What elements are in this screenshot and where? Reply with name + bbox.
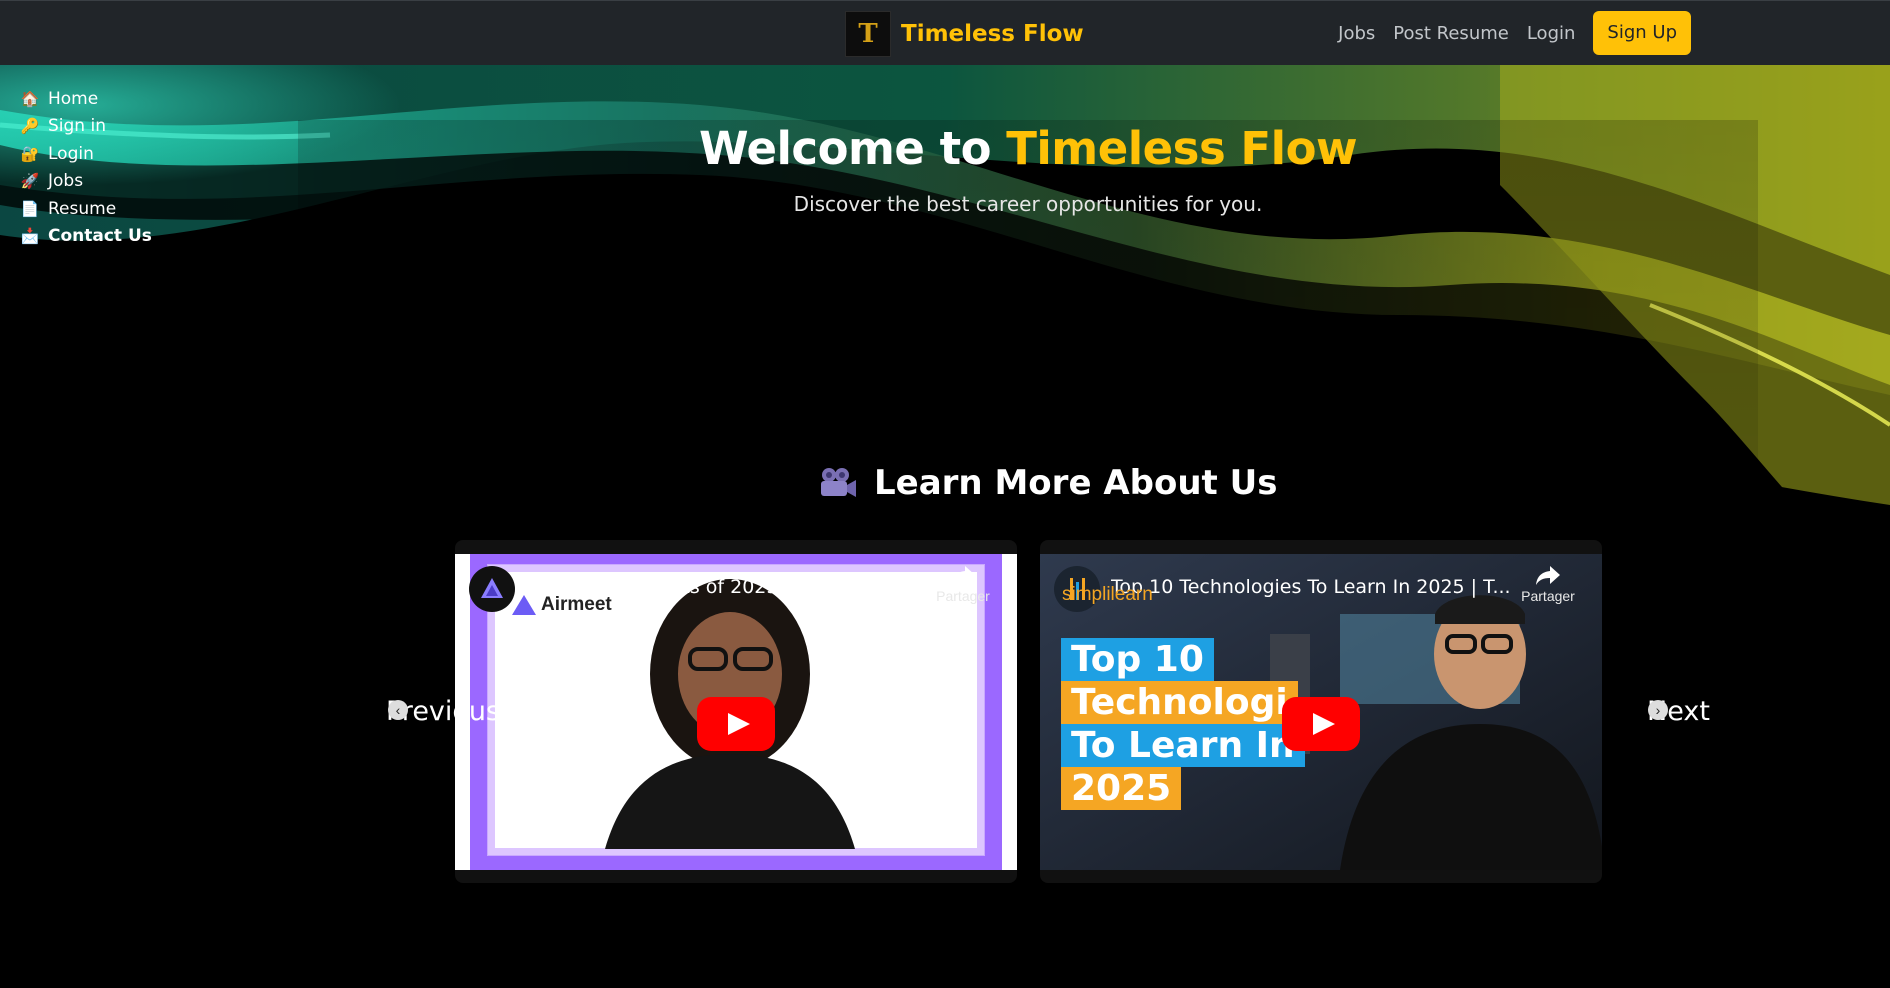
share-label-1: Partager [936,588,990,604]
thumb-line-4: 2025 [1061,767,1182,810]
prev-arrow-icon[interactable]: ‹ [388,700,408,720]
thumb-line-3: To Learn In [1061,724,1305,767]
nav-links: Jobs Post Resume Login Sign Up [1320,11,1691,55]
video-embed-2[interactable]: Top 10 Technologi To Learn In 2025 Top 1… [1040,554,1602,870]
document-icon: 📄 [20,199,40,218]
video-card-2: Top 10 Technologi To Learn In 2025 Top 1… [1040,540,1602,883]
side-item-label: Home [48,88,99,109]
share-arrow-icon [951,566,975,585]
learn-heading-text: Learn More About Us [874,463,1278,503]
top-navbar: T Timeless Flow Jobs Post Resume Login S… [0,0,1890,65]
hero-title: Welcome to Timeless Flow [0,122,1890,175]
video-brand-label-2: simplilearn [1062,584,1153,605]
brand[interactable]: T Timeless Flow [845,10,1084,57]
side-item-resume[interactable]: 📄 Resume [20,195,152,223]
nav-link-login[interactable]: Login [1527,23,1576,44]
house-icon: 🏠 [20,89,40,108]
video-title-2[interactable]: Top 10 Technologies To Learn In 2025 | T… [1111,576,1511,598]
movie-camera-icon [821,468,856,497]
video-embed-1[interactable]: Major Tech Events of 2025 | Virtual Even… [455,554,1017,870]
side-item-label: Contact Us [48,226,152,247]
side-item-label: Sign in [48,116,106,137]
share-button-2[interactable]: Partager [1518,564,1578,604]
channel-avatar-1[interactable] [469,566,515,612]
video-card-1: Major Tech Events of 2025 | Virtual Even… [455,540,1017,883]
side-item-contact-us[interactable]: 📩 Contact Us [20,223,152,251]
airmeet-logo-icon [481,578,503,598]
rocket-icon: 🚀 [20,172,40,191]
side-item-jobs[interactable]: 🚀 Jobs [20,168,152,196]
hero-panel [298,120,1758,590]
key-icon: 🔑 [20,117,40,136]
video-brand-1: Airmeet [511,594,612,616]
share-arrow-icon [1536,566,1560,585]
airmeet-brand-icon [512,595,536,615]
brand-name: Timeless Flow [901,20,1084,47]
side-menu: 🏠 Home 🔑 Sign in 🔐 Login 🚀 Jobs 📄 Resume… [20,85,152,250]
side-item-label: Login [48,143,94,164]
thumb-line-2: Technologi [1061,681,1298,724]
side-item-sign-in[interactable]: 🔑 Sign in [20,113,152,141]
thumbnail-text-block: Top 10 Technologi To Learn In 2025 [1061,638,1305,810]
signup-button[interactable]: Sign Up [1593,11,1691,55]
brand-logo: T [845,10,891,57]
learn-heading: Learn More About Us [818,463,1277,503]
lock-icon: 🔐 [20,144,40,163]
share-button-1[interactable]: Partager [933,564,993,604]
side-item-login[interactable]: 🔐 Login [20,140,152,168]
envelope-icon: 📩 [20,227,40,246]
hero-title-prefix: Welcome to [698,122,1007,175]
share-label-2: Partager [1521,588,1575,604]
youtube-play-icon[interactable] [1282,697,1360,751]
video-brand-label-1: Airmeet [541,594,612,615]
hero-subtitle: Discover the best career opportunities f… [793,192,1263,216]
side-item-home[interactable]: 🏠 Home [20,85,152,113]
nav-link-jobs[interactable]: Jobs [1338,23,1375,44]
brand-logo-glyph: T [858,18,878,49]
youtube-play-icon[interactable] [697,697,775,751]
hero-title-accent: Timeless Flow [1006,122,1358,175]
side-item-label: Jobs [48,171,84,192]
next-arrow-icon[interactable]: › [1648,700,1668,720]
thumb-line-1: Top 10 [1061,638,1214,681]
side-item-label: Resume [48,198,117,219]
nav-link-post-resume[interactable]: Post Resume [1393,23,1509,44]
